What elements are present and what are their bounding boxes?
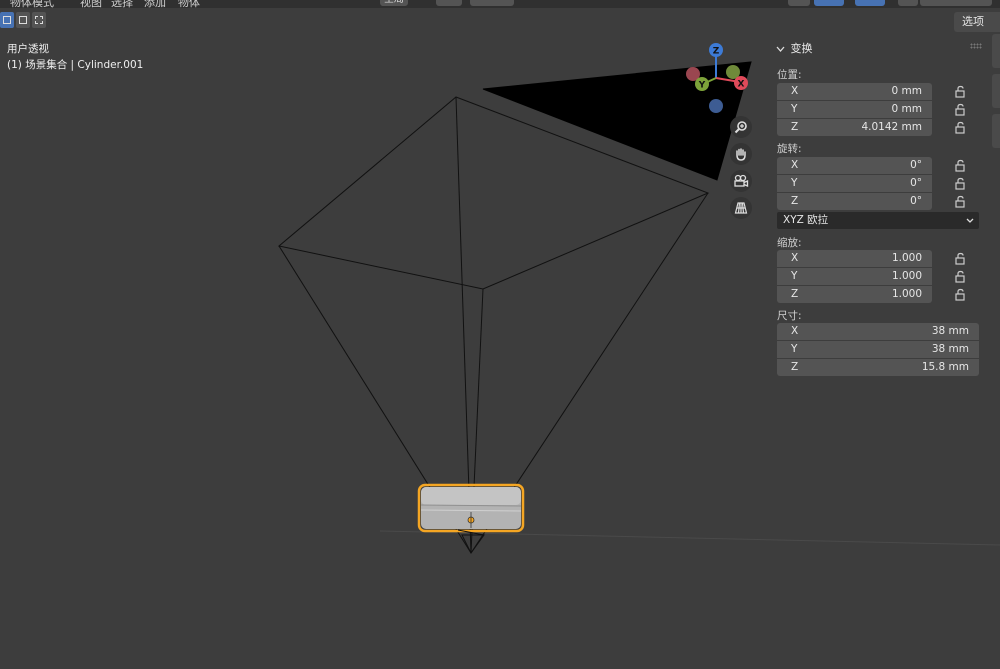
rotation-y-field[interactable]: Y 0° [777,175,932,192]
rotation-label: 旋转: [777,143,802,155]
snap-toggle[interactable] [470,0,514,6]
viewport-info: 用户透视 (1) 场景集合 | Cylinder.001 [7,41,143,73]
gizmo-y-label: Y [698,81,706,91]
dimensions-x-field[interactable]: X 38 mm [777,323,979,340]
lock-scale-z-icon[interactable] [954,288,968,302]
lock-rotation-y-icon[interactable] [954,177,968,191]
scale-label: 缩放: [777,237,802,249]
xray-toggle[interactable] [898,0,918,6]
gizmo-x-label: X [738,80,745,90]
hand-icon [736,148,746,161]
transform-panel-header[interactable]: 变换 [776,40,813,56]
select-extend-button[interactable] [16,12,30,28]
lock-location-y-icon[interactable] [954,103,968,117]
cylinder-object[interactable] [417,483,525,533]
zoom-icon [734,121,747,134]
menu-add[interactable]: 添加 [144,0,166,8]
transform-panel-title: 变换 [790,42,813,55]
rotation-z-field[interactable]: Z 0° [777,193,932,210]
overlay-toggle[interactable] [855,0,885,6]
chevron-down-icon [776,46,785,52]
mode-selector[interactable]: 物体模式 [10,0,54,8]
lock-location-z-icon[interactable] [954,121,968,135]
transform-orientation-dropdown[interactable]: 全局 [380,0,408,6]
location-z-field[interactable]: Z 4.0142 mm [777,119,932,136]
camera-view-button[interactable] [730,170,752,192]
menu-view[interactable]: 视图 [80,0,102,8]
dimensions-z-field[interactable]: Z 15.8 mm [777,359,979,376]
camera-icon [734,174,749,187]
header-bar: 物体模式 视图 选择 添加 物体 全局 [0,0,1000,8]
visibility-dropdown[interactable] [788,0,810,6]
dimensions-y-field[interactable]: Y 38 mm [777,341,979,358]
lock-scale-x-icon[interactable] [954,252,968,266]
rotation-x-field[interactable]: X 0° [777,157,932,174]
tab-item[interactable] [992,34,1000,68]
menu-object[interactable]: 物体 [178,0,200,8]
select-extend-icon [19,16,27,24]
select-subtract-icon [35,16,43,24]
location-x-field[interactable]: X0 mm [777,83,932,100]
shading-mode-buttons[interactable] [920,0,992,6]
lock-location-x-icon[interactable] [954,85,968,99]
select-new-button[interactable] [0,12,14,28]
sidebar-tabs [992,34,1000,154]
view-name: 用户透视 [7,43,49,55]
lock-scale-y-icon[interactable] [954,270,968,284]
menu-select[interactable]: 选择 [111,0,133,8]
location-label: 位置: [777,69,802,81]
scale-x-field[interactable]: X 1.000 [777,250,932,267]
location-y-field[interactable]: Y0 mm [777,101,932,118]
select-mode-buttons [0,12,46,30]
chevron-down-icon [966,218,974,223]
tab-view[interactable] [992,114,1000,148]
options-dropdown[interactable]: 选项 [954,12,1000,32]
toggle-projection-button[interactable] [730,197,752,219]
transform-panel: 变换 位置: X0 mm Y0 mm Z 4.0142 mm 旋转: X 0° Y0… [772,36,986,386]
lock-rotation-z-icon[interactable] [954,195,968,209]
rotation-mode-value: XYZ 欧拉 [783,214,829,226]
scale-y-field[interactable]: Y 1.000 [777,268,932,285]
dimensions-label: 尺寸: [777,310,802,322]
tab-tool[interactable] [992,74,1000,108]
zoom-button[interactable] [730,116,752,138]
panel-drag-grip[interactable] [970,43,982,49]
lock-rotation-x-icon[interactable] [954,159,968,173]
grid-icon [734,202,748,214]
select-new-icon [3,16,11,24]
camera-object[interactable] [277,61,752,554]
gizmo-toggle[interactable] [814,0,844,6]
rotation-mode-dropdown[interactable]: XYZ 欧拉 [777,212,979,229]
gizmo-z-label: Z [713,47,720,57]
pivot-point-dropdown[interactable] [436,0,462,6]
scale-z-field[interactable]: Z 1.000 [777,286,932,303]
select-subtract-button[interactable] [32,12,46,28]
collection-info: (1) 场景集合 | Cylinder.001 [7,59,144,71]
pan-button[interactable] [730,143,752,165]
